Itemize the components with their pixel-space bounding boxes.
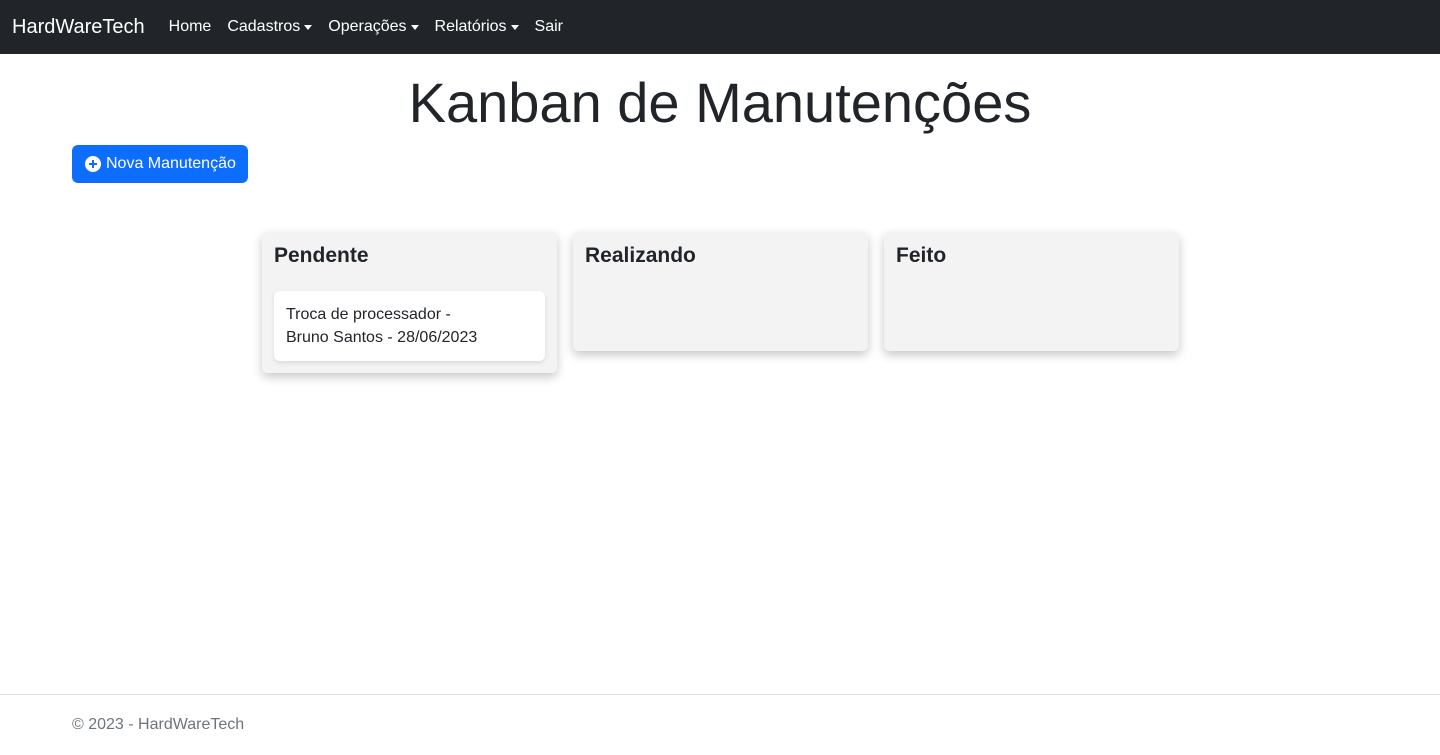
nav-item-label: Relatórios — [434, 18, 507, 35]
new-maintenance-label: Nova Manutenção — [106, 155, 236, 172]
caret-down-icon — [410, 24, 419, 30]
plus-circle-icon — [85, 156, 101, 172]
task-card-details: Bruno Santos - 28/06/2023 — [286, 329, 478, 346]
caret-down-icon — [304, 24, 313, 30]
kanban-column-realizando[interactable]: Realizando — [573, 232, 868, 351]
nav-item-label: Home — [168, 18, 212, 35]
footer-copyright: © 2023 - HardWareTech — [72, 716, 245, 733]
nav-item-sair[interactable]: Sair — [535, 18, 563, 36]
nav-item-label: Sair — [534, 18, 563, 35]
column-title: Realizando — [585, 244, 696, 267]
new-maintenance-button[interactable]: Nova Manutenção — [72, 145, 248, 183]
caret-down-icon — [510, 24, 519, 30]
column-title: Pendente — [274, 244, 369, 267]
nav-item-cadastros[interactable]: Cadastros — [227, 18, 313, 36]
kanban-column-pendente[interactable]: Pendente Troca de processador - Bruno Sa… — [262, 232, 557, 373]
nav-item-label: Cadastros — [227, 18, 301, 35]
brand-link[interactable]: HardWareTech — [12, 16, 145, 39]
nav-item-relatorios[interactable]: Relatórios — [435, 18, 519, 36]
task-card[interactable]: Troca de processador - Bruno Santos - 28… — [274, 291, 545, 361]
top-navbar: HardWareTech Home Cadastros Operações Re… — [0, 0, 1440, 54]
nav-item-home[interactable]: Home — [169, 18, 212, 36]
nav-item-operacoes[interactable]: Operações — [328, 18, 419, 36]
kanban-column-feito[interactable]: Feito — [884, 232, 1179, 351]
task-card-title: Troca de processador - — [286, 306, 451, 323]
column-title: Feito — [896, 244, 947, 267]
nav-item-label: Operações — [328, 18, 407, 35]
footer: © 2023 - HardWareTech — [0, 694, 1440, 755]
page-title: Kanban de Manutenções — [408, 71, 1032, 134]
